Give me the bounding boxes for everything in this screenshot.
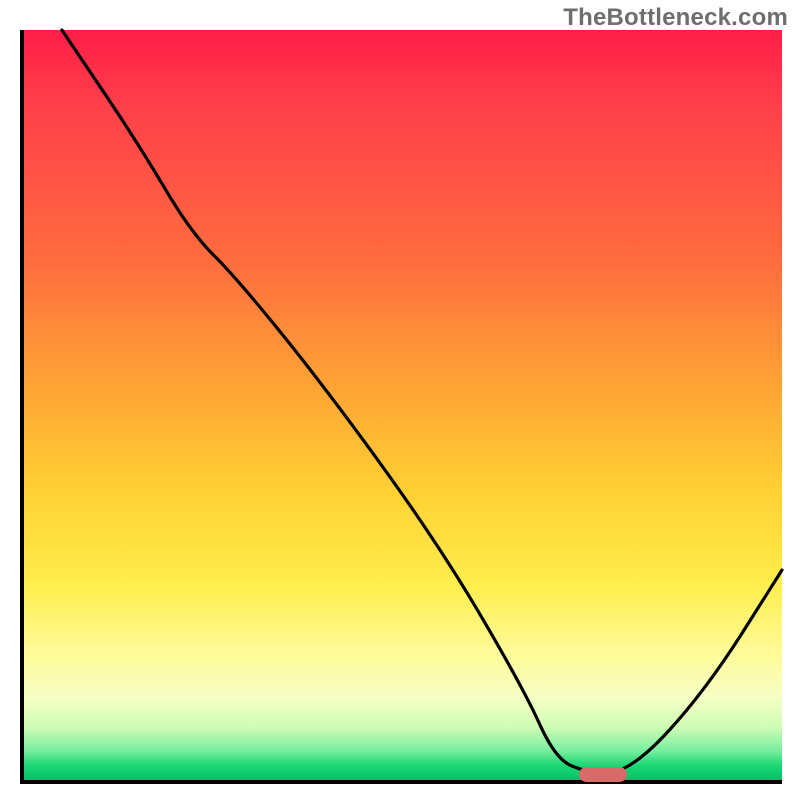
watermark-label: TheBottleneck.com (563, 4, 788, 32)
bottleneck-curve (24, 30, 782, 780)
minimum-marker (579, 767, 627, 782)
chart-canvas: TheBottleneck.com (0, 0, 800, 800)
plot-area (20, 30, 782, 784)
